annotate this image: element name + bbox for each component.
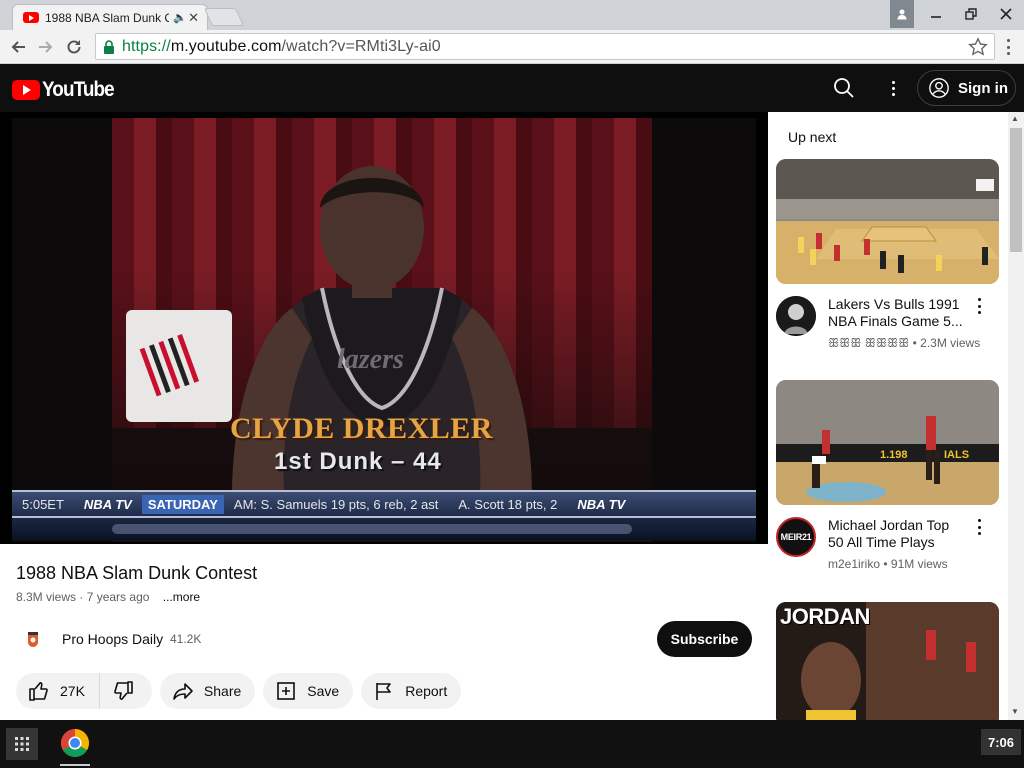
player-figure: lazers (232, 166, 532, 498)
subscriber-count: 41.2K (170, 632, 202, 646)
save-icon (277, 682, 296, 700)
channel-name[interactable]: Pro Hoops Daily (62, 631, 163, 647)
back-icon[interactable] (6, 35, 30, 59)
dislike-button[interactable] (100, 673, 152, 709)
video-thumbnail[interactable] (776, 159, 999, 284)
youtube-logo[interactable]: YouTube (12, 78, 122, 102)
card-menu-icon[interactable] (976, 298, 982, 314)
card-meta: m2e1iriko • 91M views (828, 557, 948, 571)
thumbnail-text: JORDAN (780, 604, 870, 629)
browser-tab[interactable]: 1988 NBA Slam Dunk C 🔈 ✕ (12, 4, 208, 30)
upload-age: 7 years ago (86, 590, 150, 604)
scrollbar-thumb[interactable] (1010, 128, 1022, 252)
ticker-bar (112, 524, 632, 534)
youtube-favicon-icon (23, 12, 39, 23)
dislike-icon (114, 681, 133, 700)
ticker-network-right: NBA TV (577, 496, 626, 512)
video-meta: 8.3M views · 7 years ago ...more (16, 590, 201, 604)
browser-toolbar: https://m.youtube.com/watch?v=RMti3Ly-ai… (0, 30, 1024, 64)
ticker-stat-1: AM: S. Samuels 19 pts, 6 reb, 2 ast (233, 496, 439, 512)
report-button[interactable]: Report (361, 673, 462, 709)
like-count: 27K (60, 683, 85, 699)
browser-menu-icon[interactable] (1000, 37, 1016, 57)
like-button[interactable]: 27K (16, 673, 100, 709)
share-label: Share (203, 683, 242, 699)
channel-avatar[interactable] (776, 296, 816, 336)
new-tab-button[interactable] (203, 8, 245, 26)
save-button[interactable]: Save (263, 673, 354, 709)
os-shelf (0, 720, 1024, 768)
up-next-card[interactable]: 1.198 IALS MEIR21 Michael Jordan Top 50 … (776, 380, 999, 585)
view-count: 8.3M views (16, 590, 77, 604)
card-meta: ꕥꕥꕥ ꕥꕥꕥꕥ • 2.3M views (828, 336, 981, 350)
ticker-network: NBA TV (83, 496, 132, 512)
close-window-icon[interactable] (992, 2, 1020, 26)
restore-icon[interactable] (957, 2, 985, 26)
score-ticker: 5:05ET NBA TV SATURDAY AM: S. Samuels 19… (12, 490, 756, 518)
video-thumbnail[interactable]: 1.198 IALS (776, 380, 999, 505)
up-next-label: Up next (788, 129, 837, 145)
card-title[interactable]: Lakers Vs Bulls 1991 NBA Finals Game 5..… (828, 296, 968, 330)
reload-icon[interactable] (62, 35, 86, 59)
more-link[interactable]: ...more (163, 590, 200, 604)
svg-text:1.198: 1.198 (880, 449, 908, 461)
subscribe-button[interactable]: Subscribe (657, 621, 752, 657)
scroll-up-icon[interactable]: ▲ (1011, 114, 1019, 123)
active-app-indicator (60, 764, 90, 766)
up-next-card[interactable]: JORDAN (776, 602, 999, 720)
dunk-caption: 1st Dunk – 44 (274, 448, 442, 475)
svg-text:lazers: lazers (337, 344, 404, 375)
ticker-day: SATURDAY (141, 494, 224, 514)
channel-avatar[interactable] (22, 628, 44, 650)
up-next-card[interactable]: Lakers Vs Bulls 1991 NBA Finals Game 5..… (776, 159, 999, 364)
youtube-wordmark: YouTube (42, 78, 115, 101)
report-icon (376, 683, 392, 700)
tab-title: 1988 NBA Slam Dunk C (45, 10, 169, 25)
url-text: https://m.youtube.com/watch?v=RMti3Ly-ai… (122, 37, 441, 55)
tab-close-icon[interactable]: ✕ (188, 10, 199, 26)
account-icon (929, 78, 949, 98)
minimize-icon[interactable] (922, 2, 950, 26)
card-menu-icon[interactable] (976, 519, 982, 535)
more-icon[interactable] (884, 76, 902, 100)
user-icon[interactable] (890, 0, 914, 28)
lock-icon (104, 39, 114, 54)
scroll-down-icon[interactable]: ▼ (1011, 707, 1019, 716)
video-player[interactable]: lazers CLYDE DREXLER 1st Dunk – 44 5:05E… (0, 112, 768, 544)
system-clock[interactable]: 7:06 (981, 729, 1021, 755)
video-frame: lazers CLYDE DREXLER 1st Dunk – 44 5:05E… (12, 118, 756, 542)
svg-text:IALS: IALS (944, 449, 969, 461)
chrome-icon[interactable] (60, 728, 90, 758)
forward-icon[interactable] (34, 35, 58, 59)
address-bar[interactable]: https://m.youtube.com/watch?v=RMti3Ly-ai… (95, 33, 995, 60)
save-label: Save (307, 683, 340, 699)
like-dislike-group: 27K (16, 673, 152, 709)
card-title[interactable]: Michael Jordan Top 50 All Time Plays (828, 517, 968, 551)
share-icon (173, 683, 193, 700)
ticker-stat-2: A. Scott 18 pts, 2 (458, 496, 558, 512)
sign-in-button[interactable]: Sign in (917, 70, 1016, 106)
browser-tab-strip: 1988 NBA Slam Dunk C 🔈 ✕ (0, 0, 1024, 30)
launcher-icon[interactable] (6, 728, 38, 760)
speaker-icon[interactable]: 🔈 (173, 11, 187, 24)
sign-in-label: Sign in (958, 79, 1008, 97)
channel-avatar[interactable]: MEIR21 (776, 517, 816, 557)
report-label: Report (405, 683, 448, 699)
video-thumbnail[interactable]: JORDAN (776, 602, 999, 720)
share-button[interactable]: Share (159, 673, 256, 709)
video-title: 1988 NBA Slam Dunk Contest (16, 563, 258, 583)
like-icon (29, 682, 48, 701)
youtube-play-icon (12, 80, 40, 100)
up-next-panel: Up next Lakers Vs Bulls 1991 NBA Finals … (768, 112, 1008, 720)
name-caption: CLYDE DREXLER (230, 412, 493, 445)
action-bar: 27K Share Save Report (16, 673, 462, 709)
search-icon[interactable] (832, 76, 856, 100)
ticker-score: 5:05ET (22, 496, 64, 512)
youtube-header: YouTube Sign in (0, 64, 1024, 112)
bookmark-star-icon[interactable] (968, 37, 988, 57)
